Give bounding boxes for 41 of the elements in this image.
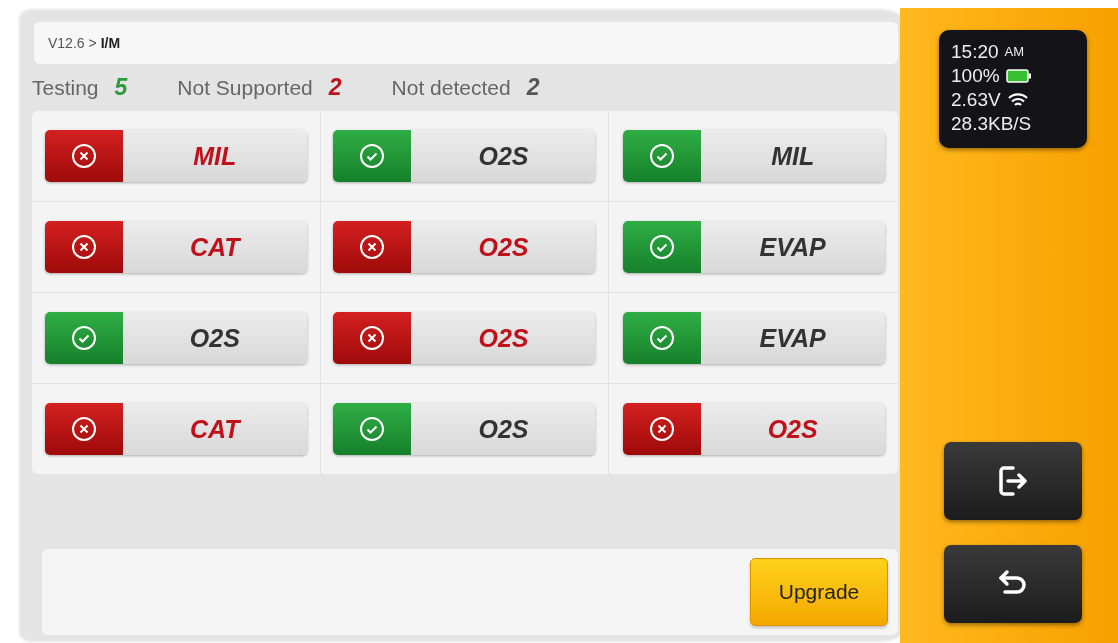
check-circle-icon [359,143,386,169]
check-circle-icon [70,325,97,351]
battery-text: 100% [951,64,1000,88]
monitor-status-button[interactable]: O2S [333,403,596,455]
monitor-status-button[interactable]: O2S [622,403,885,455]
monitor-status-button[interactable]: EVAP [622,221,885,273]
monitor-status-button[interactable]: MIL [622,130,885,182]
voltage-text: 2.63V [951,88,1001,112]
check-circle-icon [359,416,386,442]
summary-count: 2 [328,74,342,101]
check-circle-icon [648,234,675,260]
monitor-status-button[interactable]: O2S [44,312,307,364]
exit-button[interactable] [944,442,1082,520]
time-text: 15:20 [951,40,999,64]
check-circle-icon [648,143,675,169]
meridiem-text: AM [1004,43,1025,61]
monitor-status-button[interactable]: EVAP [622,312,885,364]
summary-label: Not Supported [177,75,313,100]
x-circle-icon [70,416,97,442]
summary-count: 2 [526,74,540,101]
summary-label: Testing [32,75,99,100]
summary-count: 5 [114,74,128,101]
monitor-status-button[interactable]: CAT [44,403,307,455]
breadcrumb-current: I/M [100,35,121,51]
monitor-status-button[interactable]: O2S [333,312,596,364]
x-circle-icon [359,325,386,351]
speed-text: 28.3KB/S [951,112,1032,136]
summary-label: Not detected [391,75,511,100]
monitor-status-button[interactable]: O2S [333,130,596,182]
back-button[interactable] [944,545,1082,623]
x-circle-icon [359,234,386,260]
monitor-status-button[interactable]: CAT [44,221,307,273]
x-circle-icon [70,143,97,169]
x-circle-icon [648,416,675,442]
monitor-status-button[interactable]: O2S [333,221,596,273]
upgrade-button[interactable]: Upgrade [750,558,888,626]
breadcrumb-path: V12.6 > [48,35,97,51]
x-circle-icon [70,234,97,260]
monitor-status-button[interactable]: MIL [44,130,307,182]
check-circle-icon [648,325,675,351]
battery-icon [1005,69,1032,83]
